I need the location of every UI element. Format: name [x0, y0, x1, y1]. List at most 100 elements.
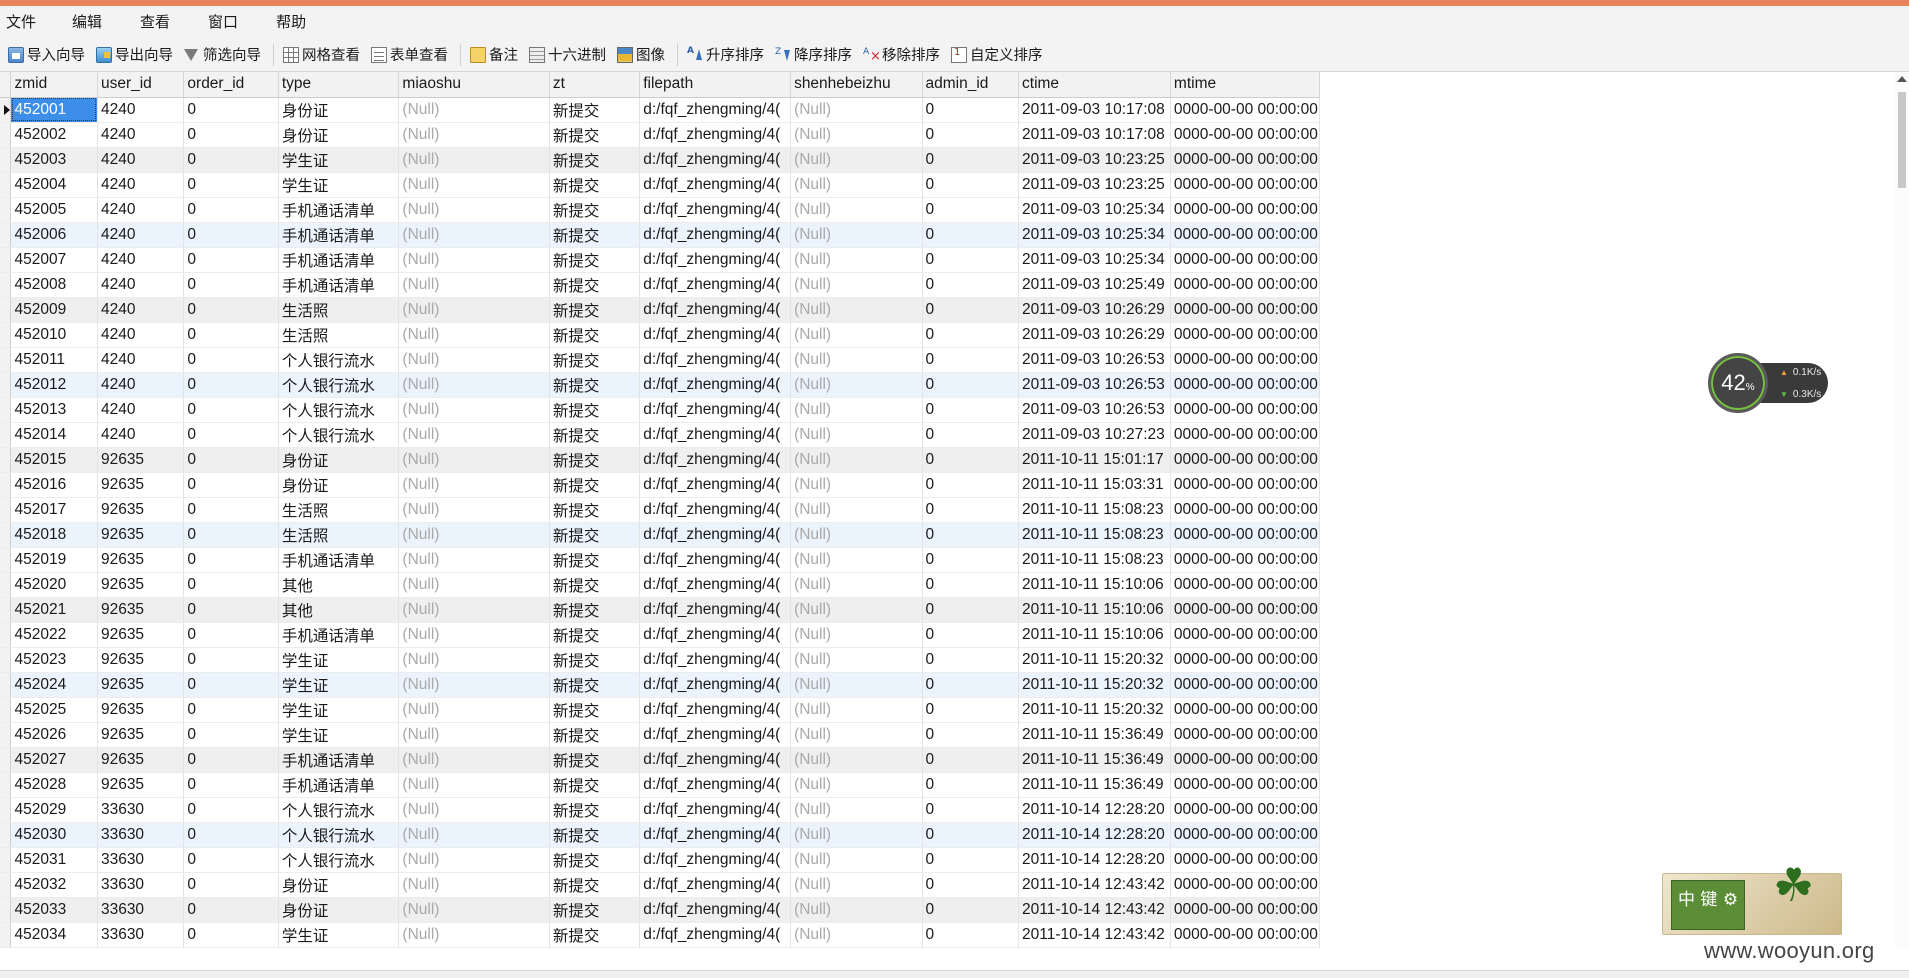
- row-selector[interactable]: [0, 522, 12, 548]
- cell-type[interactable]: 身份证: [278, 897, 400, 923]
- hex-button[interactable]: 十六进制: [525, 42, 610, 68]
- cell-filepath[interactable]: d:/fqf_zhengming/4(: [639, 647, 792, 673]
- column-header-type[interactable]: type: [278, 72, 400, 98]
- cell-order_id[interactable]: 0: [183, 397, 279, 423]
- cell-miaoshu[interactable]: (Null): [398, 172, 550, 198]
- cell-shenhebeizhu[interactable]: (Null): [790, 797, 923, 823]
- cell-mtime[interactable]: 0000-00-00 00:00:00: [1170, 522, 1320, 548]
- row-selector[interactable]: [0, 297, 12, 323]
- cell-mtime[interactable]: 0000-00-00 00:00:00: [1170, 397, 1320, 423]
- cell-type[interactable]: 个人银行流水: [278, 347, 400, 373]
- cell-ctime[interactable]: 2011-09-03 10:26:53: [1018, 347, 1171, 373]
- cell-zmid[interactable]: 452012: [10, 372, 98, 398]
- cell-admin_id[interactable]: 0: [922, 197, 1020, 223]
- cell-shenhebeizhu[interactable]: (Null): [790, 247, 923, 273]
- row-selector[interactable]: [0, 497, 12, 523]
- table-row[interactable]: 452007 4240 0 手机通话清单 (Null) 新提交 d:/fqf_zhengmi…: [0, 247, 1320, 273]
- cell-filepath[interactable]: d:/fqf_zhengming/4(: [639, 222, 792, 248]
- column-header-user_id[interactable]: user_id: [97, 72, 185, 98]
- cell-type[interactable]: 手机通话清单: [278, 547, 400, 573]
- table-row[interactable]: 452009 4240 0 生活照 (Null) 新提交 d:/fqf_zhengming/…: [0, 297, 1320, 323]
- cell-ctime[interactable]: 2011-10-11 15:01:17: [1018, 447, 1171, 473]
- sort-ascending-button[interactable]: 升序排序: [683, 42, 768, 68]
- cell-shenhebeizhu[interactable]: (Null): [790, 872, 923, 898]
- cell-admin_id[interactable]: 0: [922, 547, 1020, 573]
- column-header-filepath[interactable]: filepath: [639, 72, 792, 98]
- cell-admin_id[interactable]: 0: [922, 97, 1020, 123]
- cell-zt[interactable]: 新提交: [549, 497, 641, 523]
- column-header-zt[interactable]: zt: [549, 72, 641, 98]
- cell-ctime[interactable]: 2011-10-11 15:08:23: [1018, 522, 1171, 548]
- cell-ctime[interactable]: 2011-09-03 10:26:53: [1018, 397, 1171, 423]
- cell-ctime[interactable]: 2011-09-03 10:23:25: [1018, 147, 1171, 173]
- cell-ctime[interactable]: 2011-10-11 15:36:49: [1018, 772, 1171, 798]
- cell-zmid[interactable]: 452004: [10, 172, 98, 198]
- column-header-shenhebeizhu[interactable]: shenhebeizhu: [790, 72, 923, 98]
- table-row[interactable]: 452028 92635 0 手机通话清单 (Null) 新提交 d:/fqf_zhengm…: [0, 772, 1320, 798]
- table-row[interactable]: 452002 4240 0 身份证 (Null) 新提交 d:/fqf_zhengming/…: [0, 122, 1320, 148]
- cell-zt[interactable]: 新提交: [549, 897, 641, 923]
- cell-type[interactable]: 学生证: [278, 697, 400, 723]
- cell-shenhebeizhu[interactable]: (Null): [790, 922, 923, 948]
- cell-filepath[interactable]: d:/fqf_zhengming/4(: [639, 847, 792, 873]
- cell-miaoshu[interactable]: (Null): [398, 147, 550, 173]
- cell-type[interactable]: 身份证: [278, 122, 400, 148]
- table-row[interactable]: 452011 4240 0 个人银行流水 (Null) 新提交 d:/fqf_zhengmi…: [0, 347, 1320, 373]
- cell-ctime[interactable]: 2011-10-11 15:36:49: [1018, 722, 1171, 748]
- cell-type[interactable]: 个人银行流水: [278, 847, 400, 873]
- cell-filepath[interactable]: d:/fqf_zhengming/4(: [639, 247, 792, 273]
- cell-miaoshu[interactable]: (Null): [398, 622, 550, 648]
- cell-shenhebeizhu[interactable]: (Null): [790, 822, 923, 848]
- row-selector[interactable]: [0, 547, 12, 573]
- cell-miaoshu[interactable]: (Null): [398, 522, 550, 548]
- table-row[interactable]: 452026 92635 0 学生证 (Null) 新提交 d:/fqf_zhengming…: [0, 722, 1320, 748]
- cell-type[interactable]: 学生证: [278, 922, 400, 948]
- table-row[interactable]: 452019 92635 0 手机通话清单 (Null) 新提交 d:/fqf_zhengm…: [0, 547, 1320, 573]
- cell-user_id[interactable]: 33630: [97, 897, 185, 923]
- cell-order_id[interactable]: 0: [183, 447, 279, 473]
- cell-order_id[interactable]: 0: [183, 847, 279, 873]
- cell-zt[interactable]: 新提交: [549, 647, 641, 673]
- cell-filepath[interactable]: d:/fqf_zhengming/4(: [639, 97, 792, 123]
- form-view-button[interactable]: 表单查看: [367, 42, 452, 68]
- cell-zmid[interactable]: 452015: [10, 447, 98, 473]
- cell-ctime[interactable]: 2011-10-11 15:08:23: [1018, 547, 1171, 573]
- table-row[interactable]: 452021 92635 0 其他 (Null) 新提交 d:/fqf_zhengming/…: [0, 597, 1320, 623]
- cell-order_id[interactable]: 0: [183, 922, 279, 948]
- cell-shenhebeizhu[interactable]: (Null): [790, 422, 923, 448]
- cell-mtime[interactable]: 0000-00-00 00:00:00: [1170, 472, 1320, 498]
- cell-ctime[interactable]: 2011-10-14 12:28:20: [1018, 847, 1171, 873]
- table-row[interactable]: 452022 92635 0 手机通话清单 (Null) 新提交 d:/fqf_zhengm…: [0, 622, 1320, 648]
- cell-type[interactable]: 学生证: [278, 672, 400, 698]
- cell-type[interactable]: 其他: [278, 572, 400, 598]
- row-selector[interactable]: [0, 797, 12, 823]
- cell-zmid[interactable]: 452016: [10, 472, 98, 498]
- cell-miaoshu[interactable]: (Null): [398, 922, 550, 948]
- cell-user_id[interactable]: 33630: [97, 847, 185, 873]
- cell-shenhebeizhu[interactable]: (Null): [790, 372, 923, 398]
- table-row[interactable]: 452023 92635 0 学生证 (Null) 新提交 d:/fqf_zhengming…: [0, 647, 1320, 673]
- cell-user_id[interactable]: 92635: [97, 522, 185, 548]
- cell-user_id[interactable]: 33630: [97, 872, 185, 898]
- cell-filepath[interactable]: d:/fqf_zhengming/4(: [639, 397, 792, 423]
- row-selector[interactable]: [0, 922, 12, 948]
- cell-miaoshu[interactable]: (Null): [398, 422, 550, 448]
- cell-mtime[interactable]: 0000-00-00 00:00:00: [1170, 322, 1320, 348]
- cell-ctime[interactable]: 2011-10-14 12:28:20: [1018, 822, 1171, 848]
- cell-zt[interactable]: 新提交: [549, 247, 641, 273]
- row-selector[interactable]: [0, 847, 12, 873]
- cell-filepath[interactable]: d:/fqf_zhengming/4(: [639, 622, 792, 648]
- grid-view-button[interactable]: 网格查看: [279, 42, 364, 68]
- cell-admin_id[interactable]: 0: [922, 722, 1020, 748]
- cell-shenhebeizhu[interactable]: (Null): [790, 697, 923, 723]
- scroll-up-arrow-icon[interactable]: [1897, 76, 1907, 82]
- cell-miaoshu[interactable]: (Null): [398, 322, 550, 348]
- cell-user_id[interactable]: 4240: [97, 397, 185, 423]
- cell-miaoshu[interactable]: (Null): [398, 672, 550, 698]
- row-selector[interactable]: [0, 422, 12, 448]
- cell-type[interactable]: 个人银行流水: [278, 397, 400, 423]
- menu-item-3[interactable]: 窗口: [202, 6, 252, 38]
- cell-filepath[interactable]: d:/fqf_zhengming/4(: [639, 772, 792, 798]
- cell-zmid[interactable]: 452023: [10, 647, 98, 673]
- cell-user_id[interactable]: 92635: [97, 547, 185, 573]
